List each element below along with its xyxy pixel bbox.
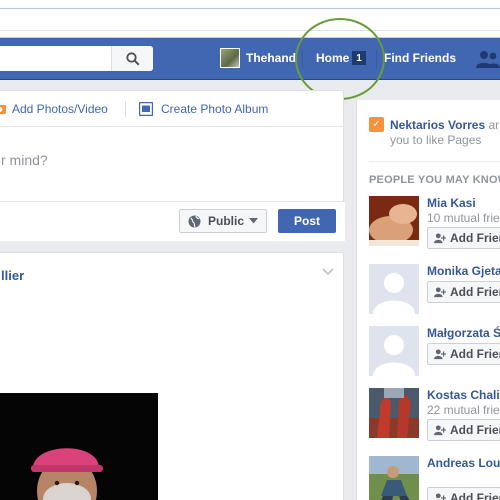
add-friend-button[interactable]: Add Frien [427,281,500,303]
status-input[interactable]: r mind? [1,152,48,168]
inviter-name[interactable]: Nektarios Vorres [390,118,485,132]
suggested-person: Małgorzata Ś Add Frien [369,326,500,382]
photo-image [369,196,419,246]
right-sidebar: ✓ Nektarios Vorres ar you to like Pages … [356,100,500,500]
story-photo[interactable] [0,393,158,500]
browser-chrome [0,0,500,38]
photo-image [369,456,419,500]
suggested-person: Kostas Chali 22 mutual frien Add Frien [369,388,500,444]
add-friend-icon [434,425,446,436]
suggested-person: Andreas Lou Add Frien [369,456,500,500]
create-album-label: Create Photo Album [161,102,269,116]
highlight-annotation-circle [295,18,385,100]
find-friends-link[interactable]: Find Friends [384,51,456,65]
feed-story: llier [0,252,344,500]
tab-divider [125,101,126,117]
chevron-down-icon[interactable] [322,268,334,276]
mutual-friends-text[interactable]: 22 mutual frien [427,403,500,417]
add-friend-label: Add Frien [450,285,500,299]
pages-icon: ✓ [369,117,384,132]
chrome-divider [0,30,500,31]
person-photo[interactable] [369,388,419,438]
privacy-label: Public [208,214,245,228]
person-photo[interactable] [369,456,419,500]
privacy-selector[interactable]: Public [179,209,267,233]
profile-avatar[interactable] [220,48,240,68]
person-photo[interactable] [369,326,419,376]
add-friend-label: Add Frien [450,347,500,361]
chrome-divider [0,8,500,9]
camera-icon [0,105,6,114]
people-you-may-know-header: PEOPLE YOU MAY KNOW [369,174,500,186]
default-avatar-icon [369,326,419,376]
add-friend-icon [435,493,446,500]
person-name-link[interactable]: Mia Kasi [427,196,476,210]
suggested-person: Monika Gjeta Add Frien [369,264,500,320]
add-photos-tab[interactable]: Add Photos/Video [0,102,108,116]
story-author-link[interactable]: llier [1,268,24,283]
person-name-link[interactable]: Andreas Lou [427,456,500,470]
add-friend-button[interactable]: Add Frien [427,419,500,441]
top-navigation-bar: Thehand Home 1 Find Friends [0,38,500,80]
suggested-person: Mia Kasi 10 mutual frien Add Frien [369,196,500,252]
person-name-link[interactable]: Monika Gjeta [427,264,500,278]
photo-image [369,388,419,438]
section-divider [369,161,500,162]
person-name-link[interactable]: Małgorzata Ś [427,326,500,340]
person-photo[interactable] [369,196,419,246]
caret-down-icon [249,218,259,224]
invite-text-line2: you to like Pages [390,133,482,147]
add-photos-label: Add Photos/Video [12,102,108,116]
search-button[interactable] [111,46,153,71]
person-photo[interactable] [369,264,419,314]
add-friend-label: Add Frien [450,231,500,245]
friends-icon[interactable] [476,50,500,68]
mutual-friends-text[interactable]: 10 mutual frien [427,211,500,225]
add-friend-button[interactable]: Add Frien [427,343,500,365]
search-input[interactable] [0,46,153,71]
add-friend-icon [434,349,446,360]
album-icon [139,102,153,116]
invite-text-part: ar [485,118,500,132]
person-photo [0,393,158,500]
create-album-tab[interactable]: Create Photo Album [139,102,268,116]
profile-name-link[interactable]: Thehand [246,51,296,65]
post-composer: Add Photos/Video Create Photo Album r mi… [0,90,345,241]
add-friend-button[interactable]: Add Frien [427,487,500,500]
person-name-link[interactable]: Kostas Chali [427,388,500,402]
add-friend-icon [434,233,446,244]
page-invite-notice[interactable]: Nektarios Vorres ar you to like Pages [390,118,500,148]
add-friend-label: Add Frien [450,491,500,500]
composer-footer: Public Post [0,201,345,241]
add-friend-icon [434,287,446,298]
composer-tabs: Add Photos/Video Create Photo Album [0,91,345,127]
post-button[interactable]: Post [278,209,336,233]
search-icon [125,51,140,66]
default-avatar-icon [369,264,419,314]
globe-icon [188,215,201,227]
add-friend-button[interactable]: Add Frien [427,227,500,249]
add-friend-label: Add Frien [450,423,500,437]
